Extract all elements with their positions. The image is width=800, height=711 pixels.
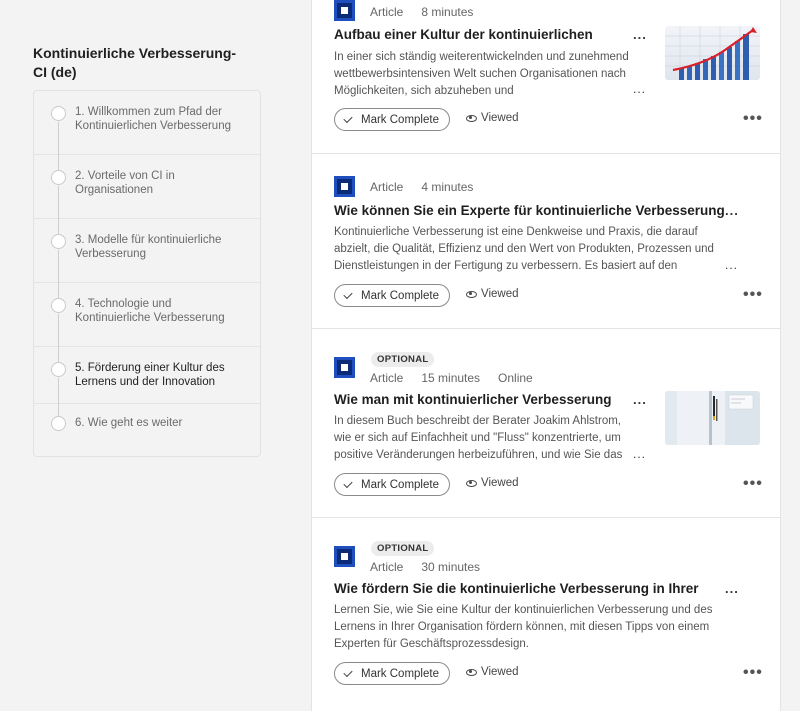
optional-badge: OPTIONAL xyxy=(371,541,435,556)
content-duration: 30 minutes xyxy=(421,560,481,574)
step-label: 1. Willkommen zum Pfad der Kontinuierlic… xyxy=(75,106,231,132)
content-item: OPTIONAL Article 30 minutes Wie fördern S… xyxy=(312,518,780,711)
growth-chart-image xyxy=(665,26,760,80)
path-step-2[interactable]: 2. Vorteile von CI in Organisationen xyxy=(34,155,260,234)
mark-complete-button[interactable]: Mark Complete xyxy=(334,662,450,685)
viewed-status: Viewed xyxy=(466,666,519,678)
step-status-circle xyxy=(51,416,66,431)
path-title: Kontinuierliche Verbesserung- CI (de) xyxy=(33,45,237,80)
item-title[interactable]: Aufbau einer Kultur der kontinuierlichen xyxy=(334,27,593,42)
step-status-circle xyxy=(51,106,66,121)
item-description: In diesem Buch beschreibt der Berater Jo… xyxy=(334,415,623,461)
mark-complete-button[interactable]: Mark Complete xyxy=(334,108,450,131)
eye-icon xyxy=(466,479,477,487)
button-label: Mark Complete xyxy=(361,113,439,126)
check-icon xyxy=(343,667,353,677)
step-status-circle xyxy=(51,362,66,377)
item-meta: Article 8 minutes xyxy=(370,5,491,19)
viewed-status: Viewed xyxy=(466,112,519,124)
step-status-circle xyxy=(51,234,66,249)
content-duration: 4 minutes xyxy=(421,180,474,194)
item-description: In einer sich ständig weiterentwickelnde… xyxy=(334,51,629,97)
optional-badge: OPTIONAL xyxy=(371,352,435,367)
description-ellipsis: ... xyxy=(633,447,647,461)
viewed-label: Viewed xyxy=(481,112,519,124)
more-options-button[interactable]: ••• xyxy=(743,110,763,128)
content-item: Article 4 minutes Wie können Sie ein Expe… xyxy=(312,154,780,329)
article-icon xyxy=(334,546,355,567)
viewed-status: Viewed xyxy=(466,288,519,300)
path-step-1[interactable]: 1. Willkommen zum Pfad der Kontinuierlic… xyxy=(34,91,260,170)
office-whiteboard-image xyxy=(665,391,760,445)
item-title[interactable]: Wie können Sie ein Experte für kontinuie… xyxy=(334,203,725,218)
content-format: Online xyxy=(498,371,533,385)
item-description: Lernen Sie, wie Sie eine Kultur der kont… xyxy=(334,604,713,650)
mark-complete-button[interactable]: Mark Complete xyxy=(334,473,450,496)
content-list: Article 8 minutes Aufbau einer Kultur der… xyxy=(311,0,781,711)
article-icon xyxy=(334,0,355,21)
button-label: Mark Complete xyxy=(361,667,439,680)
eye-icon xyxy=(466,114,477,122)
check-icon xyxy=(343,289,353,299)
content-type: Article xyxy=(370,560,404,574)
content-type: Article xyxy=(370,180,404,194)
item-title[interactable]: Wie man mit kontinuierlicher Verbesserun… xyxy=(334,392,611,407)
more-options-button[interactable]: ••• xyxy=(743,475,763,493)
path-step-5[interactable]: 5. Förderung einer Kultur des Lernens un… xyxy=(34,347,260,419)
step-label: 6. Wie geht es weiter xyxy=(75,417,183,429)
button-label: Mark Complete xyxy=(361,289,439,302)
step-status-circle xyxy=(51,170,66,185)
article-preview-image[interactable] xyxy=(665,26,760,80)
content-item: Article 8 minutes Aufbau einer Kultur der… xyxy=(312,0,780,154)
item-meta: Article 30 minutes xyxy=(370,560,498,574)
step-label: 5. Förderung einer Kultur des Lernens un… xyxy=(75,362,225,388)
mark-complete-button[interactable]: Mark Complete xyxy=(334,284,450,307)
title-ellipsis: ... xyxy=(725,581,739,596)
content-type: Article xyxy=(370,5,404,19)
article-preview-image[interactable] xyxy=(665,391,760,445)
content-duration: 8 minutes xyxy=(421,5,474,19)
article-icon xyxy=(334,176,355,197)
item-meta: Article 4 minutes xyxy=(370,180,491,194)
item-description: Kontinuierliche Verbesserung ist eine De… xyxy=(334,226,714,272)
item-meta: Article 15 minutes Online xyxy=(370,371,551,385)
check-icon xyxy=(343,113,353,123)
title-ellipsis: ... xyxy=(633,392,647,407)
viewed-label: Viewed xyxy=(481,666,519,678)
description-ellipsis: ... xyxy=(633,82,647,96)
step-label: 3. Modelle für kontinuierliche Verbesser… xyxy=(75,234,222,260)
path-step-3[interactable]: 3. Modelle für kontinuierliche Verbesser… xyxy=(34,219,260,298)
step-label: 2. Vorteile von CI in Organisationen xyxy=(75,170,175,196)
eye-icon xyxy=(466,668,477,676)
path-steps: 1. Willkommen zum Pfad der Kontinuierlic… xyxy=(33,90,261,457)
content-duration: 15 minutes xyxy=(421,371,481,385)
path-step-6[interactable]: 6. Wie geht es weiter xyxy=(34,404,260,456)
title-ellipsis: ... xyxy=(725,203,739,218)
path-step-4[interactable]: 4. Technologie und Kontinuierliche Verbe… xyxy=(34,283,260,362)
step-label: 4. Technologie und Kontinuierliche Verbe… xyxy=(75,298,225,324)
title-ellipsis: ... xyxy=(633,27,647,42)
learning-path-sidebar: Kontinuierliche Verbesserung- CI (de) 1.… xyxy=(33,44,261,457)
button-label: Mark Complete xyxy=(361,478,439,491)
article-icon xyxy=(334,357,355,378)
description-ellipsis: ... xyxy=(725,258,739,272)
more-options-button[interactable]: ••• xyxy=(743,664,763,682)
viewed-status: Viewed xyxy=(466,477,519,489)
eye-icon xyxy=(466,290,477,298)
content-item: OPTIONAL Article 15 minutes Online Wie man… xyxy=(312,329,780,518)
step-status-circle xyxy=(51,298,66,313)
check-icon xyxy=(343,478,353,488)
viewed-label: Viewed xyxy=(481,288,519,300)
viewed-label: Viewed xyxy=(481,477,519,489)
item-title[interactable]: Wie fördern Sie die kontinuierliche Verb… xyxy=(334,581,698,596)
more-options-button[interactable]: ••• xyxy=(743,286,763,304)
content-type: Article xyxy=(370,371,404,385)
